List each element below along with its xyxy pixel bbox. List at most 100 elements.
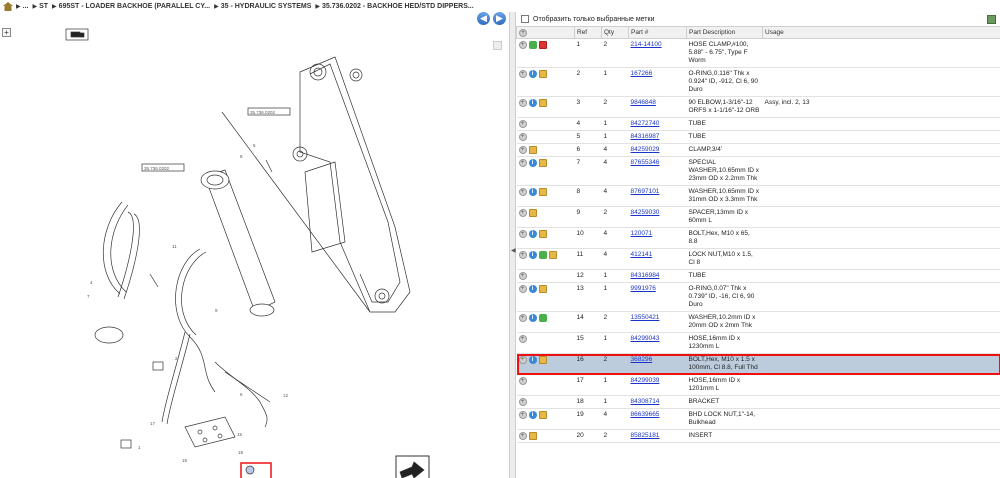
table-row[interactable]: +17 1 84299039 HOSE,16mm ID x 1201mm L [516,374,1000,396]
expand-row-icon[interactable]: + [518,314,527,322]
hose-clamp-part[interactable] [94,326,124,344]
expand-row-icon[interactable]: + [518,230,527,238]
notes-icon[interactable] [528,146,537,154]
home-icon[interactable] [3,1,13,11]
column-header-qty[interactable]: Qty [601,26,629,39]
table-row[interactable]: +18 1 84308714 BRACKET [516,395,1000,409]
table-row[interactable]: +6 4 84259029 CLAMP,3/4' [516,143,1000,157]
export-excel-icon[interactable] [987,15,996,24]
table-row[interactable]: +1 2 214-14100 HOSE CLAMP,#100, 5.88" - 6.7… [516,38,1000,68]
breadcrumb-item-system[interactable]: 35 - HYDRAULIC SYSTEMS [221,3,312,10]
bracket-part[interactable] [184,416,236,448]
expand-row-icon[interactable]: + [518,99,527,107]
table-row[interactable]: +20 2 85825181 INSERT [516,429,1000,443]
info-icon[interactable]: i [528,159,537,167]
expand-row-icon[interactable]: + [518,146,527,154]
breadcrumb-item-root[interactable]: ... [23,3,29,10]
notes-icon[interactable] [538,285,547,293]
expand-row-icon[interactable]: + [518,251,527,259]
notes-icon[interactable] [538,188,547,196]
vehicle-view-icon[interactable] [65,28,89,41]
part-number-link[interactable]: 9991976 [631,285,656,292]
show-selected-checkbox[interactable] [521,15,529,23]
collapse-icon[interactable]: ◀ [511,247,516,254]
expand-row-icon[interactable]: + [518,335,527,343]
table-row[interactable]: + i 8 4 87697101 WASHER,10.65mm ID x 31mm OD … [516,185,1000,207]
expand-row-icon[interactable]: + [518,432,527,440]
table-row[interactable]: + i 7 4 87655346 SPECIAL WASHER,10.65mm ID x … [516,156,1000,186]
column-header-usage[interactable]: Usage [762,26,1000,39]
part-number-link[interactable]: 167266 [631,70,653,77]
part-number-link[interactable]: 87655346 [631,159,660,166]
table-row[interactable]: + i 14 2 13550421 WASHER,10.2mm ID x 20mm OD … [516,311,1000,333]
notes-icon[interactable] [528,209,537,217]
notes-icon[interactable] [548,251,557,259]
breadcrumb-item-group[interactable]: 35.736.0202 - BACKHOE HED/STD DIPPERS... [322,3,474,10]
table-row[interactable]: + i 10 4 120071 BOLT,Hex, M10 x 65, 8.8 [516,227,1000,249]
expand-row-icon[interactable]: + [518,377,527,385]
substitution-icon[interactable] [538,314,547,322]
info-icon[interactable]: i [528,314,537,322]
column-header-description[interactable]: Part Description [686,26,763,39]
table-row[interactable]: + i 16 2 368296 BOLT,Hex, M10 x 1.5 x 100mm, … [516,353,1000,375]
part-number-link[interactable]: 84299043 [631,335,660,342]
table-row[interactable]: + i 3 2 9846848 90 ELBOW,1-3/16"-12 ORFS x 1-… [516,96,1000,118]
info-icon[interactable]: i [528,285,537,293]
notes-icon[interactable] [538,411,547,419]
flag-icon[interactable] [538,41,547,49]
info-icon[interactable]: i [528,411,537,419]
table-row[interactable]: + i 11 4 412141 LOCK NUT,M10 x 1.5, Cl 8 [516,248,1000,270]
expand-row-icon[interactable]: + [518,159,527,167]
expand-row-icon[interactable]: + [518,398,527,406]
expand-row-icon[interactable]: + [518,188,527,196]
expand-row-icon[interactable]: + [518,272,527,280]
expand-row-icon[interactable]: + [518,209,527,217]
part-number-link[interactable]: 13550421 [631,314,660,321]
part-number-link[interactable]: 9846848 [631,99,656,106]
notes-icon[interactable] [538,70,547,78]
part-number-link[interactable]: 86639665 [631,411,660,418]
expand-all-icon[interactable]: + [519,28,527,37]
substitution-icon[interactable] [538,251,547,259]
expand-row-icon[interactable]: + [518,285,527,293]
part-number-link[interactable]: 87697101 [631,188,660,195]
part-number-link[interactable]: 84299039 [631,377,660,384]
table-row[interactable]: + i 19 4 86639665 BHD LOCK NUT,1"-14, Bulkhea… [516,408,1000,430]
part-number-link[interactable]: 84308714 [631,398,660,405]
info-icon[interactable]: i [528,70,537,78]
expand-row-icon[interactable]: + [518,70,527,78]
boom-arm-part[interactable] [292,56,411,313]
notes-icon[interactable] [528,432,537,440]
pane-splitter[interactable]: ◀ [509,12,516,478]
table-row[interactable]: + i 2 1 167266 O-RING,0.116" Thk x 0.924" ID,… [516,67,1000,97]
table-row[interactable]: +5 1 84316987 TUBE [516,130,1000,144]
next-view-icon[interactable] [395,455,430,478]
part-number-link[interactable]: 84259029 [631,146,660,153]
part-number-link[interactable]: 84316987 [631,133,660,140]
expand-row-icon[interactable]: + [518,356,527,364]
notes-icon[interactable] [538,356,547,364]
table-row[interactable]: +4 1 84272740 TUBE [516,117,1000,131]
column-header-part-number[interactable]: Part # [628,26,687,39]
table-row[interactable]: +9 2 84259030 SPACER,13mm ID x 60mm L [516,206,1000,228]
notes-icon[interactable] [538,159,547,167]
breadcrumb-item-model[interactable]: ST [39,3,48,10]
hydraulic-cylinder-part[interactable] [200,169,276,317]
expand-row-icon[interactable]: + [518,120,527,128]
notes-icon[interactable] [538,99,547,107]
part-number-link[interactable]: 120071 [631,230,653,237]
part-number-link[interactable]: 412141 [631,251,653,258]
column-header-ref[interactable]: Ref [574,26,602,39]
part-number-link[interactable]: 84259030 [631,209,660,216]
info-icon[interactable]: i [528,356,537,364]
part-number-link[interactable]: 85825181 [631,432,660,439]
expand-row-icon[interactable]: + [518,133,527,141]
notes-icon[interactable] [538,230,547,238]
expand-row-icon[interactable]: + [518,411,527,419]
part-number-link[interactable]: 84316984 [631,272,660,279]
info-icon[interactable]: i [528,188,537,196]
part-number-link[interactable]: 84272740 [631,120,660,127]
info-icon[interactable]: i [528,99,537,107]
table-row[interactable]: +12 1 84316984 TUBE [516,269,1000,283]
breadcrumb-item-machine[interactable]: 695ST - LOADER BACKHOE (PARALLEL CY... [59,3,210,10]
